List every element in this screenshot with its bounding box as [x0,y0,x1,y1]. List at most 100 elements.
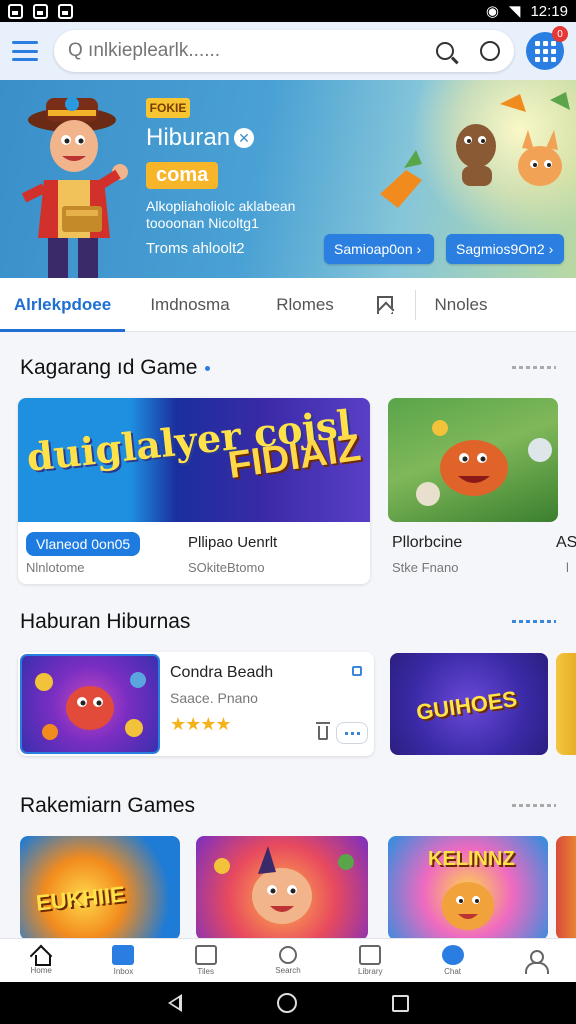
search-icon [278,946,297,964]
system-navigation-bar [0,982,576,1024]
banner-primary-button-label: Samioap0on › [334,241,422,257]
nav-library[interactable]: Library [340,939,400,983]
game-tile[interactable]: KELINNZ [388,836,548,940]
search-icon[interactable] [436,42,454,60]
close-icon[interactable]: ✕ [234,128,255,148]
game-card[interactable]: Pllorbcine Stke Fnano [388,398,558,584]
home-icon [30,946,52,966]
app-notification-icon [58,3,73,19]
bookmark-icon [377,295,393,314]
nav-label: Search [275,966,301,975]
monster-character-illustration [35,672,146,740]
top-app-bar: 0 [0,22,576,80]
game-tile-partial[interactable] [556,836,576,940]
dropdown-dot-icon[interactable] [205,365,211,371]
nav-search[interactable]: Search [258,939,318,983]
featured-secondary-subtitle: SOkiteBtomo [188,560,265,575]
chat-icon [441,945,464,965]
section-title-recommended: Rakemiarn Games [20,794,195,818]
tile-title: EUKHIIE [34,881,127,916]
section-title-featured: Kagarang ıd Game [20,356,211,380]
banner-characters-illustration [380,92,570,208]
game-thumbnail [20,654,160,754]
bottom-navigation: Home Inbox Tiles Search Library Chat [0,938,576,982]
featured-game-art: duiglalyer cojsl FIDIAIZ [18,398,370,522]
banner-secondary-button[interactable]: Sagmios9On2 › [446,234,564,264]
tiger-character-illustration [416,420,552,506]
tab-games[interactable]: Rlomes [255,278,355,332]
nav-chat[interactable]: Chat [423,939,483,983]
partial-card-subtitle: l [566,560,569,575]
game-tile-partial[interactable] [556,653,576,755]
search-input[interactable] [68,40,428,62]
banner-footer-text: Troms ahloolt2 [146,240,245,257]
featured-secondary-name: Pllipao Uenrlt [188,534,278,551]
game-tile[interactable] [196,836,368,940]
section-title-text: Haburan Hiburnas [20,610,191,633]
notification-badge: 0 [552,26,568,42]
star-rating: ★★★★ [170,714,232,734]
nav-games[interactable]: Inbox [93,939,153,983]
section-title-entertainment: Haburan Hiburnas [20,610,190,634]
lion-character-illustration [442,882,494,930]
nav-label: Inbox [113,967,134,976]
section-more-indicator[interactable] [512,366,556,369]
nav-home[interactable]: Home [11,939,71,983]
promo-banner[interactable]: FOKIE Hiburan ✕ coma Alkopliaholiolc akl… [0,80,576,278]
tab-novels[interactable]: Nnoles [416,278,506,332]
tab-label: Rlomes [276,294,334,314]
nav-label: Library [358,967,383,976]
nav-label: Chat [444,967,461,976]
tab-all-categories[interactable]: Alrlekpdoee [0,278,125,332]
nav-label: Home [30,966,52,975]
featured-status-pill[interactable]: Vlaneod 0on05 [26,532,141,556]
nav-profile[interactable] [505,939,565,983]
hamburger-menu-icon[interactable] [12,41,38,61]
chat-bubble-icon[interactable] [480,41,500,61]
search-bar[interactable] [54,30,514,72]
game-tile[interactable]: EUKHIIE [20,836,180,940]
tiles-icon [194,945,217,965]
status-right-icons: ◉ ◥ 12:19 [486,2,568,21]
nav-label: Tiles [197,967,214,976]
user-icon [524,949,549,974]
back-icon[interactable] [167,994,182,1012]
tab-entertainment[interactable]: Imdnosma [125,278,255,332]
tab-label: Nnoles [434,294,488,314]
trash-icon[interactable] [316,722,330,740]
nav-tiles[interactable]: Tiles [176,939,236,983]
recent-apps-icon[interactable] [391,994,409,1012]
game-card-subtitle: Stke Fnano [392,560,459,575]
partial-card-name: AS [556,534,576,551]
games-icon [112,945,135,965]
category-tabs: Alrlekpdoee Imdnosma Rlomes Nnoles [0,278,576,332]
mascot-character-illustration [21,97,128,278]
wifi-icon: ◥ [508,3,521,20]
banner-primary-button[interactable]: Samioap0on › [324,234,434,264]
list-card-subtitle: Saace. Pnano [170,690,258,706]
game-list-card[interactable]: Condra Beadh Saace. Pnano ★★★★ [18,652,374,756]
featured-game-card[interactable]: duiglalyer cojsl FIDIAIZ Vlaneod 0on05 N… [18,398,370,584]
pig-character-illustration [214,846,354,924]
banner-title: Hiburan ✕ [146,124,255,152]
tab-label: Imdnosma [150,294,230,314]
status-time: 12:19 [530,2,568,20]
banner-title-text: Hiburan [146,124,231,151]
section-title-text: Rakemiarn Games [20,794,196,817]
tab-bookmarks[interactable] [355,278,415,332]
banner-tag: coma [146,162,219,189]
section-more-indicator[interactable] [512,620,556,623]
section-more-indicator[interactable] [512,804,556,807]
gallery-notification-icon [8,3,23,19]
tile-title: GUIHOES [414,686,519,725]
game-tile[interactable]: GUIHOES [390,653,548,755]
game-card-name: Pllorbcine [392,534,463,551]
banner-description: Alkopliaholiolc aklabean toooonan Nicolt… [146,198,296,231]
featured-subtitle: Nlnlotome [26,560,85,575]
more-options-button[interactable] [336,722,368,744]
expand-icon[interactable] [352,666,362,676]
apps-grid-button[interactable]: 0 [526,26,568,70]
game-card-art [388,398,558,522]
home-button-icon[interactable] [276,993,297,1013]
message-notification-icon [33,3,48,19]
